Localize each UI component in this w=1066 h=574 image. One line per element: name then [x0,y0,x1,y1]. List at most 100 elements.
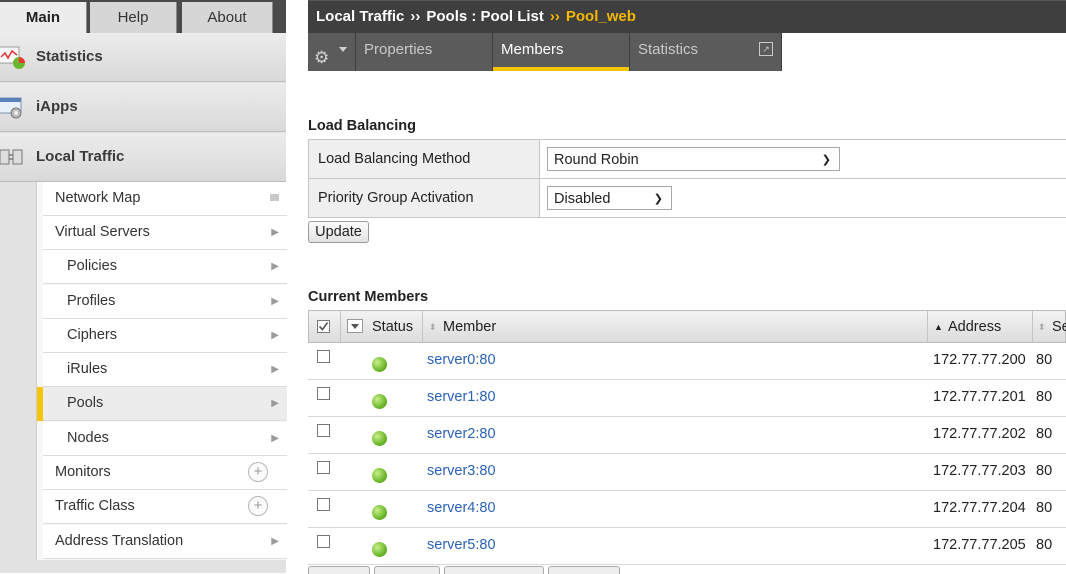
member-address: 172.77.77.200 [933,352,1026,368]
section-statistics[interactable]: Statistics [0,33,286,82]
nav-tabs: Main Help About [0,0,286,33]
member-link[interactable]: server0:80 [427,343,496,377]
tab-statistics[interactable]: Statistics ↗ [630,33,782,71]
select-all-checkbox[interactable] [317,320,330,333]
sidebar-item-profiles[interactable]: Profiles ▶ [43,285,287,319]
members-table-header: Status ⬍ Member ▲ Address ⬍ Se [308,310,1066,343]
status-available-icon [372,542,387,557]
chevron-right-icon[interactable]: ▶ [271,285,279,318]
sidebar-item-irules[interactable]: iRules ▶ [43,353,287,387]
sidebar-item-monitors[interactable]: Monitors + [43,456,287,490]
tab-members[interactable]: Members [493,33,630,71]
add-icon[interactable]: + [248,462,268,482]
header-status[interactable]: Status [341,311,423,342]
chevron-right-icon[interactable]: ▶ [271,422,279,455]
breadcrumb: Local Traffic ›› Pools : Pool List ›› Pool_w… [316,1,636,33]
row-checkbox[interactable] [317,387,330,400]
row-checkbox[interactable] [317,424,330,437]
chevron-right-icon[interactable]: ▶ [271,387,279,420]
breadcrumb-pool-list[interactable]: Pools : Pool List [426,8,544,25]
member-link[interactable]: server4:80 [427,491,496,525]
sidebar-item-virtual-servers[interactable]: Virtual Servers ▶ [43,216,287,250]
sidebar-item-label: Monitors [55,464,111,480]
sidebar-item-label: Network Map [55,190,141,206]
chevron-down-icon: ❯ [821,154,831,166]
chevron-right-icon[interactable]: ▶ [271,216,279,249]
sidebar-item-ciphers[interactable]: Ciphers ▶ [43,319,287,353]
lb-method-label: Load Balancing Method [308,140,540,178]
tab-help[interactable]: Help [90,2,177,33]
update-button[interactable]: Update [308,221,369,243]
chevron-right-icon[interactable]: ▶ [271,250,279,283]
sidebar-item-traffic-class[interactable]: Traffic Class + [43,490,287,524]
row-checkbox[interactable] [317,350,330,363]
table-row: server5:80 172.77.77.205 80 [308,528,1066,565]
status-available-icon [372,431,387,446]
sort-ascending-icon: ▲ [934,322,943,332]
sidebar-item-address-translation[interactable]: Address Translation ▶ [43,525,287,559]
member-port: 80 [1036,352,1053,368]
tab-properties[interactable]: Properties [356,33,493,71]
tab-members-label: Members [501,41,564,58]
chevron-down-icon [339,47,347,52]
sidebar: Main Help About Statistics iApps Local T… [0,0,287,573]
filter-dropdown-icon[interactable] [347,319,363,333]
sidebar-item-network-map[interactable]: Network Map [43,182,287,216]
member-link[interactable]: server5:80 [427,528,496,562]
popout-icon[interactable]: ↗ [759,42,773,56]
chevron-right-icon[interactable]: ▶ [271,319,279,352]
member-port: 80 [1036,537,1053,553]
page-tabs: ⚙ Properties Members Statistics ↗ [308,33,782,71]
sidebar-item-pools[interactable]: Pools ▶ [37,387,287,421]
map-icon[interactable] [270,194,279,201]
table-row: server1:80 172.77.77.201 80 [308,380,1066,417]
current-members-title: Current Members [308,289,429,305]
member-port: 80 [1036,389,1053,405]
priority-group-select[interactable]: Disabled ❯ [547,186,672,210]
member-link[interactable]: server1:80 [427,380,496,414]
priority-group-value: Disabled [554,191,611,207]
table-row: server3:80 172.77.77.203 80 [308,454,1066,491]
header-member[interactable]: ⬍ Member [423,311,928,342]
sidebar-item-label: Policies [67,258,117,274]
member-link[interactable]: server2:80 [427,417,496,451]
select-all-cell [309,311,341,342]
member-port: 80 [1036,426,1053,442]
tab-about[interactable]: About [182,2,273,33]
header-service-port[interactable]: ⬍ Se [1033,311,1066,342]
row-checkbox[interactable] [317,498,330,511]
load-balancing-table: Load Balancing Method Round Robin ❯ Prio… [308,139,1066,218]
section-local-traffic[interactable]: Local Traffic [0,133,286,182]
breadcrumb-local-traffic[interactable]: Local Traffic [316,8,404,25]
sidebar-item-nodes[interactable]: Nodes ▶ [43,422,287,456]
member-link[interactable]: server3:80 [427,454,496,488]
load-balancing-title: Load Balancing [308,118,416,134]
chevron-right-icon[interactable]: ▶ [271,525,279,558]
row-checkbox[interactable] [317,461,330,474]
sidebar-item-label: Ciphers [67,327,117,343]
table-row: server2:80 172.77.77.202 80 [308,417,1066,454]
header-address[interactable]: ▲ Address [928,311,1033,342]
header-member-label: Member [443,319,497,335]
tab-statistics-label: Statistics [638,41,699,58]
section-label: Statistics [36,48,103,65]
sidebar-item-policies[interactable]: Policies ▶ [43,250,287,284]
active-tab-indicator [493,67,629,71]
local-traffic-icon [0,143,26,171]
tab-main[interactable]: Main [0,2,87,33]
member-address: 172.77.77.204 [933,500,1026,516]
table-action-buttons [308,566,628,574]
row-checkbox[interactable] [317,535,330,548]
section-label: Local Traffic [36,148,125,165]
add-icon[interactable]: + [248,496,268,516]
member-address: 172.77.77.202 [933,426,1026,442]
statistics-icon [0,43,26,71]
breadcrumb-separator: ›› [410,8,421,25]
lb-method-select[interactable]: Round Robin ❯ [547,147,840,171]
sidebar-item-label: iRules [67,361,108,377]
section-iapps[interactable]: iApps [0,83,286,132]
settings-menu-button[interactable]: ⚙ [308,33,356,71]
sidebar-item-label: Profiles [67,293,116,309]
page-header: Local Traffic ›› Pools : Pool List ›› Pool_w… [308,0,1066,33]
chevron-right-icon[interactable]: ▶ [271,353,279,386]
